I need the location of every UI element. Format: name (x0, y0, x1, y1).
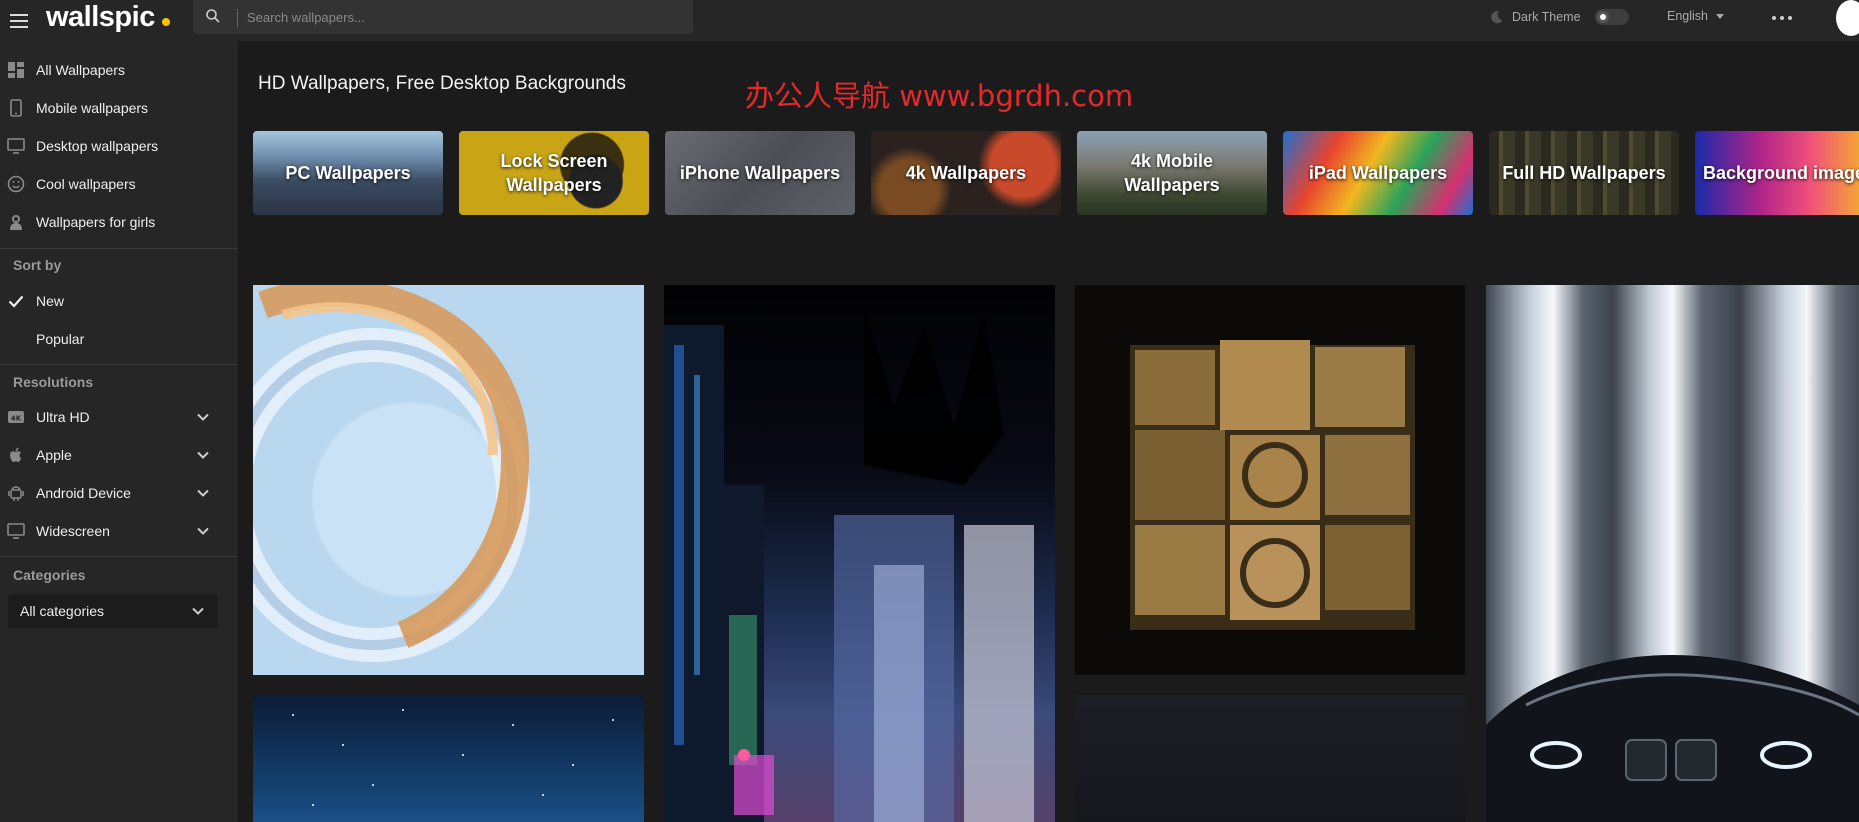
resolution-label: Android Device (36, 485, 131, 501)
sidebar-item-label: All Wallpapers (36, 62, 125, 78)
category-card-iphone-wallpapers[interactable]: iPhone Wallpapers (665, 131, 855, 215)
car-image (1486, 655, 1859, 822)
sidebar-divider (0, 364, 238, 365)
page-title: HD Wallpapers, Free Desktop Backgrounds (258, 73, 626, 94)
search-separator (237, 9, 238, 27)
sidebar-item-mobile-wallpapers[interactable]: Mobile wallpapers (0, 90, 238, 126)
wallpaper-thumbnail[interactable] (253, 695, 644, 822)
category-card-label: iPad Wallpapers (1308, 163, 1448, 183)
4k-icon: 4K (8, 411, 24, 423)
hamburger-menu-icon[interactable] (8, 9, 32, 33)
monitor-icon (7, 138, 25, 154)
svg-text:4K: 4K (11, 415, 22, 423)
category-card-4k-wallpapers[interactable]: 4k Wallpapers (871, 131, 1061, 215)
categories-heading: Categories (13, 567, 86, 583)
wallpaper-thumbnail[interactable] (253, 285, 644, 675)
resolution-android-device[interactable]: Android Device (0, 475, 238, 511)
resolution-label: Apple (36, 447, 72, 463)
sidebar-divider (0, 556, 238, 557)
search-icon[interactable] (205, 8, 221, 24)
language-select[interactable]: English (1667, 9, 1724, 23)
resolutions-heading: Resolutions (13, 374, 94, 390)
sidebar-item-label: Cool wallpapers (36, 176, 136, 192)
category-card-label: 4k Wallpapers (905, 163, 1027, 183)
resolution-label: Widescreen (36, 523, 110, 539)
sidebar-divider (0, 248, 238, 249)
neon-city-image (664, 305, 1034, 822)
search-bar (193, 0, 693, 34)
category-card-lock-screen-wallpapers[interactable]: Lock Screen Wallpapers (459, 131, 649, 215)
resolution-widescreen[interactable]: Widescreen (0, 513, 238, 549)
wallpaper-thumbnail[interactable] (1075, 285, 1465, 675)
sidebar-item-label: Wallpapers for girls (36, 214, 156, 230)
apple-icon (10, 447, 22, 462)
sidebar-item-label: Desktop wallpapers (36, 138, 159, 154)
girl-icon (10, 215, 22, 230)
caret-down-icon (1716, 13, 1724, 19)
category-card-pc-wallpapers[interactable]: PC Wallpapers (253, 131, 443, 215)
sidebar-item-all-wallpapers[interactable]: All Wallpapers (0, 52, 238, 88)
category-card-label: Full HD Wallpapers (1502, 163, 1666, 183)
resolution-apple[interactable]: Apple (0, 437, 238, 473)
chevron-down-icon[interactable] (196, 410, 210, 424)
wallpaper-thumbnail[interactable] (1486, 285, 1859, 822)
search-input[interactable] (247, 6, 677, 28)
sidebar: All Wallpapers Mobile wallpapers Desktop… (0, 41, 238, 822)
dark-theme-label: Dark Theme (1512, 10, 1581, 24)
dark-theme-toggle[interactable] (1594, 9, 1629, 25)
grid-icon (8, 62, 24, 78)
checkmark-icon (8, 295, 24, 308)
monitor-icon (7, 523, 25, 539)
category-card-background-image[interactable]: Background image (1695, 131, 1859, 215)
starry-sky-image (292, 709, 614, 806)
moon-icon (1491, 11, 1503, 24)
chevron-down-icon[interactable] (196, 486, 210, 500)
wallpaper-thumbnail[interactable] (664, 285, 1055, 822)
category-card-4k-mobile-wallpapers[interactable]: 4k Mobile Wallpapers (1077, 131, 1267, 215)
site-logo[interactable]: wallspic (46, 1, 155, 34)
resolution-label: Ultra HD (36, 409, 90, 425)
sort-popular[interactable]: Popular (0, 321, 238, 357)
avatar[interactable] (1836, 0, 1859, 36)
chevron-down-icon[interactable] (196, 524, 210, 538)
logo-dot (162, 18, 170, 26)
categories-select[interactable]: All categories (8, 594, 218, 628)
category-card-label: iPhone Wallpapers (679, 163, 841, 183)
sort-new[interactable]: New (0, 283, 238, 319)
category-card-ipad-wallpapers[interactable]: iPad Wallpapers (1283, 131, 1473, 215)
language-label: English (1667, 9, 1708, 23)
category-card-label: Lock Screen Wallpapers (500, 151, 608, 195)
sort-option-label: New (36, 293, 65, 309)
category-card-label: Background image (1703, 163, 1859, 183)
smiley-icon (7, 175, 25, 193)
category-card-label: PC Wallpapers (285, 163, 411, 183)
wallpaper-thumbnail[interactable] (1075, 695, 1465, 822)
top-bar: wallspic Dark Theme English (0, 0, 1859, 41)
sort-by-heading: Sort by (13, 257, 62, 273)
android-icon (8, 486, 24, 501)
sidebar-item-desktop-wallpapers[interactable]: Desktop wallpapers (0, 128, 238, 164)
chevron-down-icon (192, 607, 204, 615)
more-options-icon[interactable] (1772, 16, 1792, 20)
chevron-down-icon[interactable] (196, 448, 210, 462)
phone-icon (10, 99, 22, 117)
watermark-text: 办公人导航 www.bgrdh.com (745, 79, 1134, 113)
sidebar-item-wallpapers-for-girls[interactable]: Wallpapers for girls (0, 204, 238, 240)
sidebar-item-label: Mobile wallpapers (36, 100, 149, 116)
gold-letters-image (1130, 340, 1415, 630)
glass-ring-image (253, 285, 530, 662)
sort-option-label: Popular (36, 331, 85, 347)
categories-select-value: All categories (20, 603, 105, 619)
resolution-ultra-hd[interactable]: 4K Ultra HD (0, 399, 238, 435)
sidebar-item-cool-wallpapers[interactable]: Cool wallpapers (0, 166, 238, 202)
dark-theme-control: Dark Theme (1490, 9, 1629, 25)
category-card-label: 4k Mobile Wallpapers (1124, 151, 1220, 195)
category-card-full-hd-wallpapers[interactable]: Full HD Wallpapers (1489, 131, 1679, 215)
